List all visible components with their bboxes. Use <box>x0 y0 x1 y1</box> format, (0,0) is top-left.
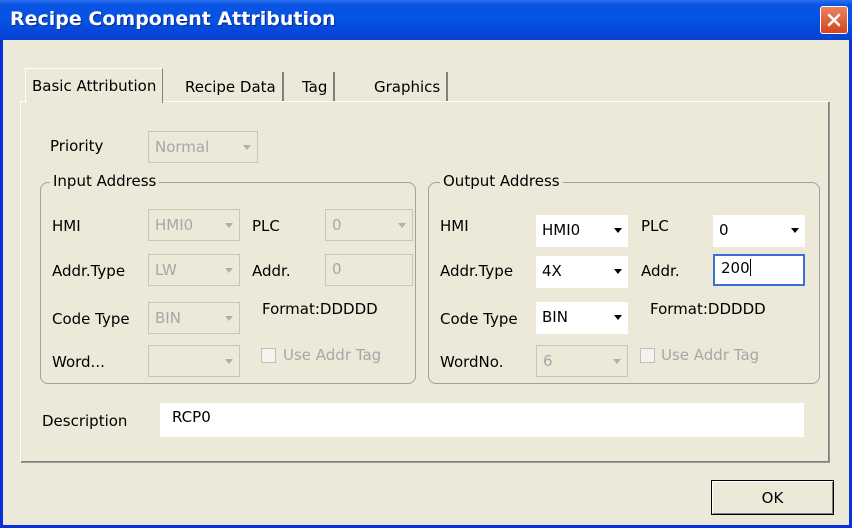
output-code-type-label: Code Type <box>440 310 518 328</box>
chevron-down-icon <box>614 269 622 274</box>
input-addr-type-label: Addr.Type <box>52 262 126 280</box>
output-use-addr-tag-checkbox[interactable] <box>640 348 655 363</box>
output-plc-select[interactable]: 0 <box>713 215 805 247</box>
output-plc-value: 0 <box>719 221 729 239</box>
chevron-down-icon <box>791 228 799 233</box>
chevron-down-icon <box>225 223 233 228</box>
input-plc-label: PLC <box>252 217 280 235</box>
input-hmi-label: HMI <box>52 217 81 235</box>
input-addr-type-select[interactable]: LW <box>148 254 240 286</box>
tab-label: Tag <box>302 78 328 96</box>
output-format-text: Format:DDDDD <box>650 300 766 318</box>
output-address-legend: Output Address <box>440 172 563 190</box>
output-addr-type-select[interactable]: 4X <box>536 256 628 288</box>
tab-graphics[interactable]: Graphics <box>368 72 449 102</box>
tab-recipe-data[interactable]: Recipe Data <box>179 72 284 102</box>
chevron-down-icon <box>398 223 406 228</box>
tab-basic-attribution[interactable]: Basic Attribution <box>25 68 164 103</box>
output-addr-label: Addr. <box>641 262 680 280</box>
input-hmi-value: HMI0 <box>155 216 194 234</box>
chevron-down-icon <box>614 315 622 320</box>
priority-label: Priority <box>50 137 104 155</box>
input-addr-label: Addr. <box>252 262 291 280</box>
chevron-down-icon <box>613 359 621 364</box>
output-word-no-label: WordNo. <box>440 353 504 371</box>
tab-label: Recipe Data <box>185 78 276 96</box>
tab-label: Graphics <box>374 78 441 96</box>
input-use-addr-tag-checkbox[interactable] <box>261 348 276 363</box>
tab-tag[interactable]: Tag <box>296 72 336 102</box>
input-plc-value: 0 <box>332 216 342 234</box>
title-bar[interactable]: Recipe Component Attribution <box>0 0 852 40</box>
input-code-type-value: BIN <box>155 309 181 327</box>
close-icon <box>827 13 841 27</box>
output-addr-field[interactable]: 200 <box>713 254 805 286</box>
description-label: Description <box>42 412 128 430</box>
output-addr-type-value: 4X <box>542 262 562 280</box>
input-code-type-select[interactable]: BIN <box>148 302 240 334</box>
input-addr-type-value: LW <box>155 261 177 279</box>
input-plc-select[interactable]: 0 <box>325 209 413 241</box>
output-word-no-select[interactable]: 6 <box>536 345 628 377</box>
output-hmi-value: HMI0 <box>542 221 581 239</box>
tab-label: Basic Attribution <box>32 77 157 95</box>
input-word-select[interactable] <box>148 345 240 377</box>
description-field[interactable]: RCP0 <box>160 403 804 437</box>
chevron-down-icon <box>225 268 233 273</box>
output-plc-label: PLC <box>641 217 669 235</box>
priority-select[interactable]: Normal <box>148 131 258 163</box>
chevron-down-icon <box>243 145 251 150</box>
input-word-label: Word... <box>52 353 105 371</box>
input-hmi-select[interactable]: HMI0 <box>148 209 240 241</box>
input-format-text: Format:DDDDD <box>262 300 378 318</box>
ok-button-label: OK <box>761 488 784 507</box>
window-title: Recipe Component Attribution <box>10 8 336 30</box>
output-use-addr-tag-label: Use Addr Tag <box>661 346 760 364</box>
input-address-legend: Input Address <box>50 172 160 190</box>
ok-button[interactable]: OK <box>711 480 834 515</box>
output-addr-value: 200 <box>721 259 751 277</box>
input-addr-value: 0 <box>332 260 342 278</box>
input-code-type-label: Code Type <box>52 310 130 328</box>
input-addr-field[interactable]: 0 <box>325 254 413 286</box>
output-code-type-select[interactable]: BIN <box>536 302 628 334</box>
description-value: RCP0 <box>172 408 211 426</box>
chevron-down-icon <box>225 359 233 364</box>
input-use-addr-tag-label: Use Addr Tag <box>283 346 382 364</box>
output-word-no-value: 6 <box>543 352 553 370</box>
output-hmi-label: HMI <box>440 217 469 235</box>
chevron-down-icon <box>225 316 233 321</box>
chevron-down-icon <box>614 228 622 233</box>
output-hmi-select[interactable]: HMI0 <box>536 215 628 247</box>
priority-value: Normal <box>155 138 210 156</box>
output-addr-type-label: Addr.Type <box>440 262 514 280</box>
output-code-type-value: BIN <box>542 308 568 326</box>
close-button[interactable] <box>820 6 848 34</box>
